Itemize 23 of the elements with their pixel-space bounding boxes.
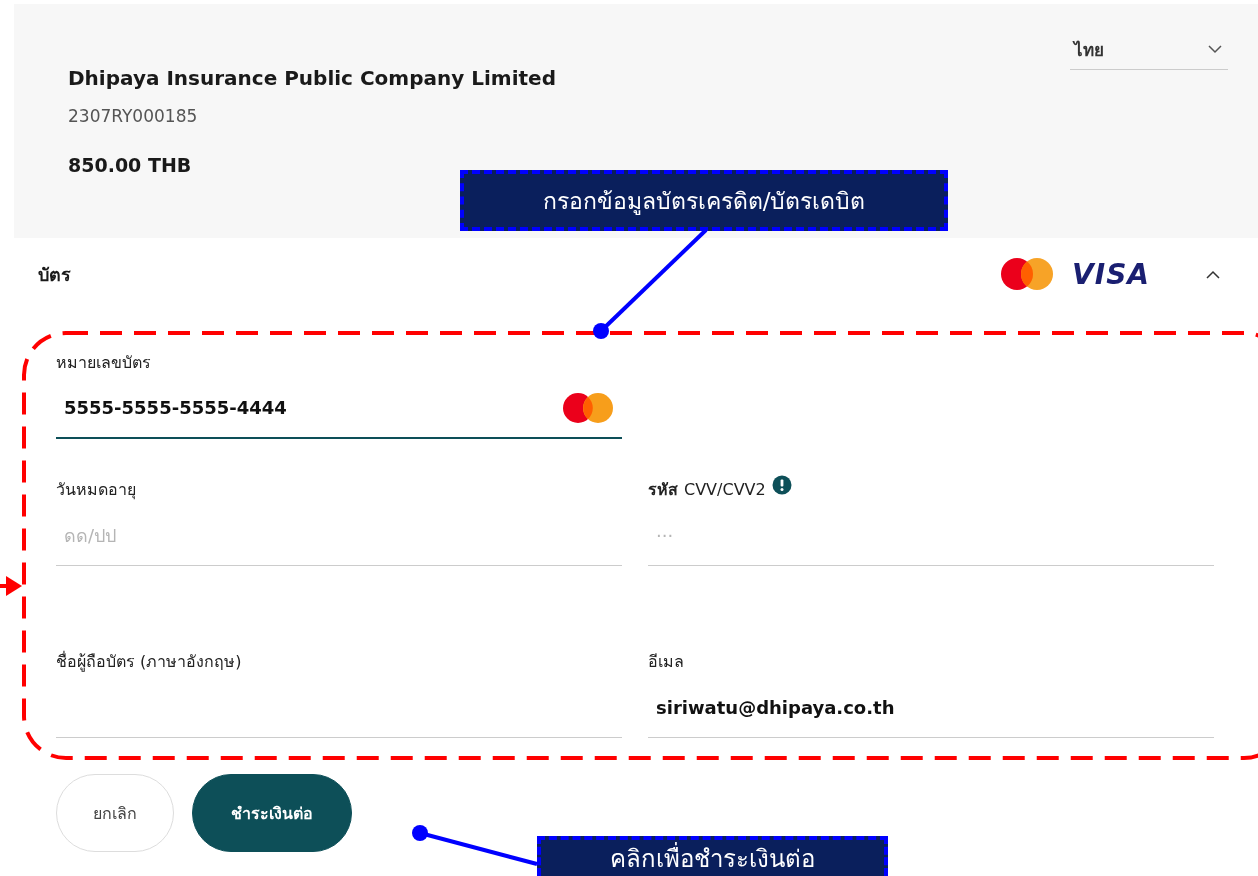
pay-button[interactable]: ชำระเงินต่อ — [192, 774, 352, 852]
field-label: รหัส CVV/CVV2 — [648, 477, 1214, 501]
input-field[interactable]: 5555-5555-5555-4444 — [56, 378, 622, 439]
callout-label: กรอกข้อมูลบัตรเครดิต/บัตรเดบิต — [460, 170, 948, 231]
chevron-down-icon — [1208, 45, 1222, 54]
visa-logo: VISA — [1072, 257, 1150, 291]
input-field[interactable]: ดด/ปป — [56, 505, 622, 566]
field-label: วันหมดอายุ — [56, 478, 137, 501]
reference-number: 2307RY000185 — [68, 106, 199, 126]
callout-label: คลิกเพื่อชำระเงินต่อ — [537, 836, 888, 876]
language-select[interactable]: ไทย — [1070, 30, 1228, 70]
company-name: Dhipaya Insurance Public Company Limited — [68, 66, 556, 90]
section-title: บัตร — [38, 262, 71, 287]
pointer-arrow — [0, 576, 22, 596]
cancel-button[interactable]: ยกเลิก — [56, 774, 174, 852]
field-label: ชื่อผู้ถือบัตร (ภาษาอังกฤษ) — [56, 650, 243, 673]
input-field[interactable]: siriwatu@dhipaya.co.th — [648, 677, 1214, 738]
mastercard-icon — [1000, 257, 1055, 291]
input-field[interactable]: ··· — [648, 505, 1214, 566]
mastercard-icon — [562, 392, 614, 424]
field-label: หมายเลขบัตร — [56, 351, 152, 374]
amount: 850.00 THB — [68, 154, 193, 176]
field-label: อีเมล — [648, 650, 685, 673]
